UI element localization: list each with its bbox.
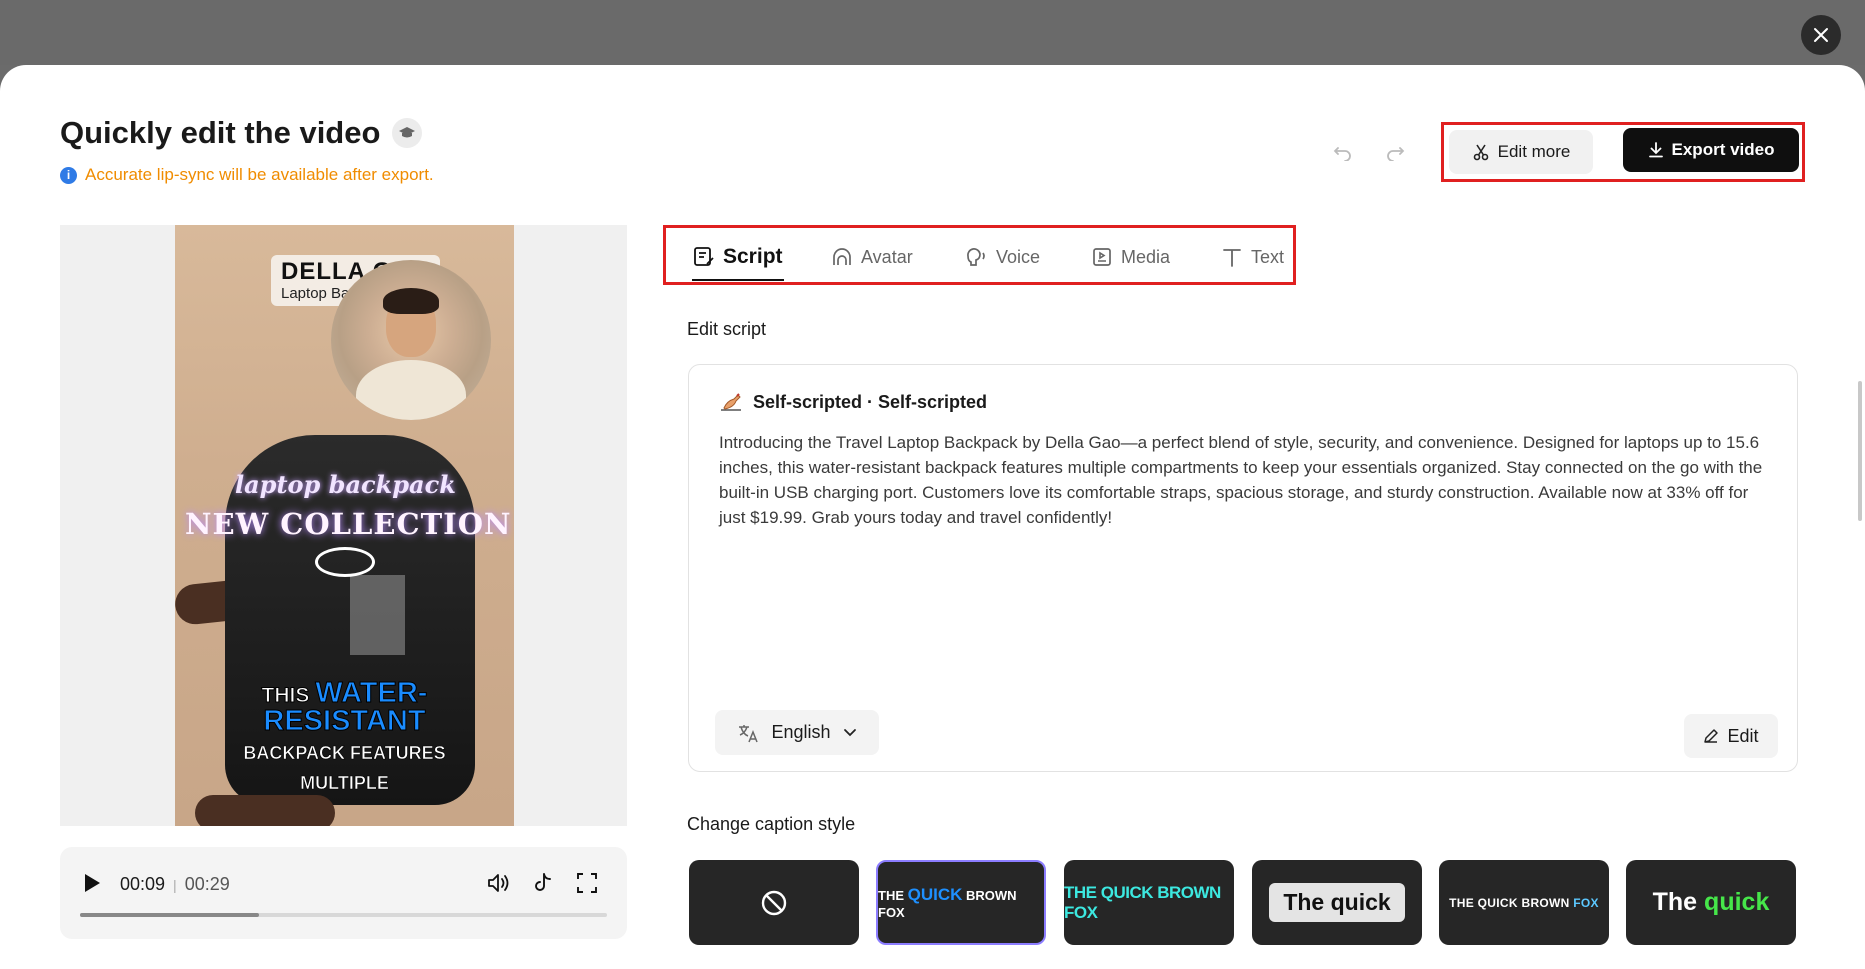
tab-voice[interactable]: Voice [964, 237, 1040, 277]
text-icon [1223, 249, 1241, 267]
scissors-icon [1473, 144, 1488, 161]
caption-preview-part: QUICK [907, 885, 963, 904]
caption-style-none[interactable] [689, 860, 859, 945]
duration: 00:29 [184, 874, 230, 894]
caption-style-cyan[interactable]: THE QUICK BROWN FOX [1064, 860, 1234, 945]
caption-style-quick-blue-preview: THE QUICK BROWN FOX [878, 885, 1044, 920]
avatar-shirt [356, 360, 466, 420]
lip-sync-notice: i Accurate lip-sync will be available af… [60, 165, 434, 185]
tab-media[interactable]: Media [1091, 237, 1170, 277]
caption-word-this: THIS [261, 684, 310, 708]
speaker-icon [488, 874, 509, 892]
caption-style-green[interactable]: The quick [1626, 860, 1796, 945]
caption-preview-part: THE QUICK BROWN [1449, 895, 1574, 910]
caption-style-fox-accent-preview: THE QUICK BROWN FOX [1449, 896, 1599, 910]
tab-avatar-label: Avatar [861, 246, 913, 267]
undo-icon [1333, 147, 1351, 161]
translate-icon [739, 724, 759, 742]
tab-script[interactable]: Script [693, 237, 783, 277]
close-icon [1814, 28, 1828, 42]
tab-script-label: Script [723, 245, 783, 268]
tab-voice-label: Voice [996, 246, 1041, 267]
close-modal-button[interactable] [1801, 15, 1841, 55]
export-video-label: Export video [1671, 140, 1775, 159]
time-separator: | [173, 876, 177, 893]
tab-avatar[interactable]: Avatar [831, 237, 913, 277]
undo-button[interactable] [1329, 137, 1357, 165]
playback-progress-fill [80, 913, 260, 917]
graduation-cap-icon[interactable] [392, 118, 423, 148]
script-text[interactable]: Introducing the Travel Laptop Backpack b… [719, 430, 1779, 530]
export-video-button[interactable]: Export video [1623, 128, 1799, 172]
avatar-bubble [331, 260, 491, 420]
player-controls: 00:09 | 00:29 [60, 847, 627, 939]
play-icon [85, 874, 100, 892]
download-icon [1648, 142, 1663, 158]
video-caption-line-3: BACKPACK FEATURES [243, 743, 446, 764]
tiktok-button[interactable] [529, 869, 557, 897]
caption-style-heading: Change caption style [687, 814, 856, 834]
caption-preview-part: quick [1704, 888, 1770, 916]
fullscreen-icon [577, 873, 597, 893]
language-label: English [771, 722, 831, 742]
avatar-hair [383, 288, 439, 314]
chevron-down-icon [843, 728, 856, 736]
playback-progress-bar[interactable] [80, 913, 607, 917]
lip-sync-notice-text: Accurate lip-sync will be available afte… [85, 165, 434, 184]
script-card: Self-scripted · Self-scripted Introducin… [688, 364, 1798, 772]
sparkle-graphic [315, 547, 375, 577]
caption-style-fox-accent[interactable]: THE QUICK BROWN FOX [1439, 860, 1609, 945]
no-caption-icon [761, 890, 787, 915]
script-source: Self-scripted · Self-scripted [719, 391, 987, 413]
caption-style-cyan-preview: THE QUICK BROWN FOX [1064, 882, 1221, 922]
avatar-icon [833, 248, 851, 265]
video-preview-panel: DELLA GAO Laptop Backpack laptop backpac… [60, 225, 627, 826]
caption-preview-part: THE [878, 888, 908, 903]
tab-media-label: Media [1121, 246, 1171, 267]
hand-graphic-bottom [195, 795, 335, 826]
voice-icon [967, 248, 985, 266]
edit-script-button[interactable]: Edit [1684, 714, 1778, 758]
caption-style-boxed-preview: The quick [1269, 883, 1405, 922]
page-title-text: Quickly edit the video [60, 115, 381, 150]
edit-more-button[interactable]: Edit more [1449, 130, 1593, 174]
pencil-icon [1704, 729, 1719, 743]
page-title: Quickly edit the video [60, 115, 423, 151]
media-icon [1093, 248, 1111, 266]
info-icon: i [60, 166, 77, 184]
caption-style-green-preview: The quick [1653, 888, 1770, 917]
current-time: 00:09 [120, 874, 166, 894]
active-tab-indicator [692, 279, 784, 281]
overlay-title-text: NEW COLLECTION [185, 507, 512, 541]
language-dropdown[interactable]: English [715, 710, 879, 755]
quick-edit-modal: Quickly edit the video i Accurate lip-sy… [0, 65, 1865, 969]
edit-more-label: Edit more [1497, 142, 1571, 161]
tab-text[interactable]: Text [1221, 237, 1284, 277]
edit-script-heading: Edit script [687, 319, 767, 339]
redo-button[interactable] [1381, 137, 1409, 165]
video-caption-line-4: MULTIPLE [300, 773, 389, 794]
writing-hand-icon [721, 393, 741, 411]
caption-style-boxed[interactable]: The quick [1252, 860, 1422, 945]
video-frame[interactable]: DELLA GAO Laptop Backpack laptop backpac… [175, 225, 514, 826]
tiktok-icon [535, 873, 551, 891]
volume-button[interactable] [485, 869, 513, 897]
play-button[interactable] [80, 869, 104, 897]
script-icon [694, 247, 714, 266]
scrollbar-thumb[interactable] [1858, 381, 1862, 521]
overlay-script-text: laptop backpack [235, 470, 456, 499]
redo-icon [1387, 147, 1405, 161]
caption-preview-part: The [1652, 888, 1705, 916]
pocket-graphic [350, 575, 405, 655]
fullscreen-button[interactable] [573, 869, 601, 897]
caption-preview-part: FOX [1573, 895, 1599, 910]
video-caption-line-2: RESISTANT [263, 705, 426, 738]
tab-text-label: Text [1251, 246, 1285, 267]
edit-script-label: Edit [1727, 725, 1759, 746]
script-source-label: Self-scripted · Self-scripted [753, 391, 988, 412]
time-display: 00:09 | 00:29 [120, 874, 230, 895]
caption-style-quick-blue[interactable]: THE QUICK BROWN FOX [876, 860, 1046, 945]
page-backdrop [0, 0, 1865, 65]
